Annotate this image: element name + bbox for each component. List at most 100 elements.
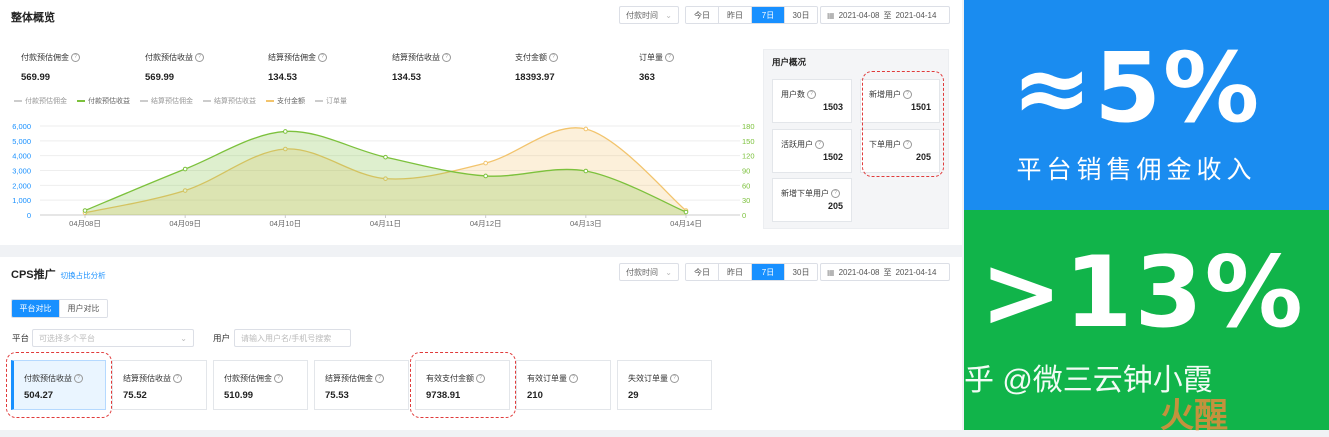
help-icon[interactable]: ? — [569, 374, 578, 384]
help-icon[interactable]: ? — [274, 374, 283, 384]
metric-2: 结算预估佣金? 134.53 — [268, 52, 327, 83]
cps-date-range[interactable]: ▦ 2021-04-08 至 2021-04-14 — [820, 263, 950, 281]
help-icon[interactable]: ? — [807, 90, 816, 100]
y-left-tick-label: 0 — [27, 211, 31, 220]
metric-value: 134.53 — [268, 72, 298, 83]
metric-label: 订单量 — [639, 53, 663, 62]
y-right-tick-label: 90 — [742, 167, 750, 176]
user-stat-users: 用户数? 1503 — [772, 79, 852, 123]
card-label: 有效订单量 — [527, 374, 567, 383]
overview-pay-time-select[interactable]: 付款时间 ⌄ — [619, 6, 679, 24]
date-sep: 至 — [883, 10, 892, 20]
legend-swatch — [77, 100, 85, 102]
help-icon[interactable]: ? — [318, 53, 327, 63]
y-left-tick-label: 3,000 — [12, 167, 31, 176]
range-30d[interactable]: 30日 — [785, 7, 817, 23]
legend-item[interactable]: 结算预估佣金 — [140, 96, 193, 106]
help-icon[interactable]: ? — [831, 189, 840, 199]
user-search-input[interactable]: 请输入用户名/手机号搜索 — [234, 329, 351, 347]
range-yesterday[interactable]: 昨日 — [719, 7, 752, 23]
user-stat-label: 新增下单用户 — [781, 189, 829, 198]
platform-label: 平台 — [12, 333, 30, 343]
range-today[interactable]: 今日 — [686, 7, 719, 23]
data-point — [483, 173, 488, 179]
legend-label: 订单量 — [326, 98, 347, 105]
pay-time-label: 付款时间 — [626, 10, 658, 20]
card-value: 510.99 — [224, 390, 254, 401]
x-tick-label: 04月10日 — [269, 219, 301, 228]
help-icon[interactable]: ? — [670, 374, 679, 384]
data-point — [383, 154, 388, 160]
range-7d[interactable]: 7日 — [752, 7, 785, 23]
cps-card-1[interactable]: 结算预估收益? 75.52 — [112, 360, 207, 410]
promo-top-subtitle: 平台销售佣金收入 — [1016, 156, 1257, 184]
switch-ratio-link[interactable]: 切换占比分析 — [61, 270, 106, 281]
y-right-tick-label: 30 — [742, 196, 750, 205]
range-7d[interactable]: 7日 — [752, 264, 785, 280]
x-tick-label: 04月08日 — [69, 219, 101, 228]
card-label: 付款预估佣金 — [224, 374, 272, 383]
metric-3: 结算预估收益? 134.53 — [392, 52, 451, 83]
legend-item[interactable]: 付款预估收益 — [77, 96, 130, 106]
y-left-tick-label: 1,000 — [12, 196, 31, 205]
date-to: 2021-04-14 — [895, 267, 937, 277]
x-tick-label: 04月11日 — [370, 219, 401, 228]
date-sep: 至 — [883, 267, 892, 277]
data-point — [583, 126, 589, 132]
card-value: 210 — [527, 390, 543, 401]
y-right-tick-label: 60 — [742, 181, 750, 190]
user-stat-label: 活跃用户 — [781, 140, 813, 149]
overview-date-range[interactable]: ▦ 2021-04-08 至 2021-04-14 — [820, 6, 950, 24]
date-from: 2021-04-08 — [838, 10, 880, 20]
cps-card-2[interactable]: 付款预估佣金? 510.99 — [213, 360, 308, 410]
cps-card-3[interactable]: 结算预估佣金? 75.53 — [314, 360, 409, 410]
help-icon[interactable]: ? — [375, 374, 384, 384]
cps-card-5[interactable]: 有效订单量? 210 — [516, 360, 611, 410]
legend-label: 支付金额 — [277, 98, 305, 105]
range-yesterday[interactable]: 昨日 — [719, 264, 752, 280]
cps-range-group: 今日 昨日 7日 30日 — [685, 263, 818, 281]
user-stat-value: 1502 — [822, 152, 843, 162]
watermark: 知乎 @微三云钟小霞 — [934, 364, 1213, 397]
x-tick-label: 04月14日 — [670, 219, 702, 228]
help-icon[interactable]: ? — [173, 374, 182, 384]
help-icon[interactable]: ? — [442, 53, 451, 63]
metric-5: 订单量? 363 — [639, 52, 674, 83]
metric-label: 支付金额 — [515, 53, 547, 62]
y-right-tick-label: 180 — [742, 122, 755, 131]
data-point — [583, 168, 589, 174]
card-label: 结算预估佣金 — [325, 374, 373, 383]
legend-item[interactable]: 付款预估佣金 — [14, 96, 67, 106]
help-icon[interactable]: ? — [665, 53, 674, 63]
overview-title: 整体概览 — [11, 12, 55, 24]
y-left-tick-label: 4,000 — [12, 152, 31, 161]
legend-label: 付款预估收益 — [88, 98, 130, 105]
cps-pay-time-select[interactable]: 付款时间 ⌄ — [619, 263, 679, 281]
metric-label: 付款预估佣金 — [21, 53, 69, 62]
help-icon[interactable]: ? — [71, 53, 80, 63]
user-stat-new-ordering-users: 新增下单用户? 205 — [772, 178, 852, 222]
platform-select[interactable]: 可选择多个平台 ⌄ — [32, 329, 194, 347]
legend-swatch — [14, 100, 22, 102]
range-today[interactable]: 今日 — [686, 264, 719, 280]
tab-user-compare[interactable]: 用户对比 — [59, 300, 107, 317]
legend-item[interactable]: 订单量 — [315, 96, 347, 106]
legend-swatch — [315, 100, 323, 102]
metric-1: 付款预估收益? 569.99 — [145, 52, 204, 83]
cps-title: CPS推广 — [11, 269, 56, 281]
help-icon[interactable]: ? — [195, 53, 204, 63]
data-point — [683, 209, 689, 215]
user-label: 用户 — [213, 333, 231, 343]
user-stat-label: 用户数 — [781, 90, 805, 99]
range-30d[interactable]: 30日 — [785, 264, 817, 280]
chevron-down-icon: ⌄ — [665, 267, 672, 277]
legend-item[interactable]: 支付金额 — [266, 96, 305, 106]
user-stat-active-users: 活跃用户? 1502 — [772, 129, 852, 173]
help-icon[interactable]: ? — [815, 140, 824, 150]
pay-time-label: 付款时间 — [626, 267, 658, 277]
tab-platform-compare[interactable]: 平台对比 — [12, 300, 59, 317]
legend-item[interactable]: 结算预估收益 — [203, 96, 256, 106]
metric-label: 结算预估收益 — [392, 53, 440, 62]
help-icon[interactable]: ? — [549, 53, 558, 63]
cps-card-6[interactable]: 失效订单量? 29 — [617, 360, 712, 410]
